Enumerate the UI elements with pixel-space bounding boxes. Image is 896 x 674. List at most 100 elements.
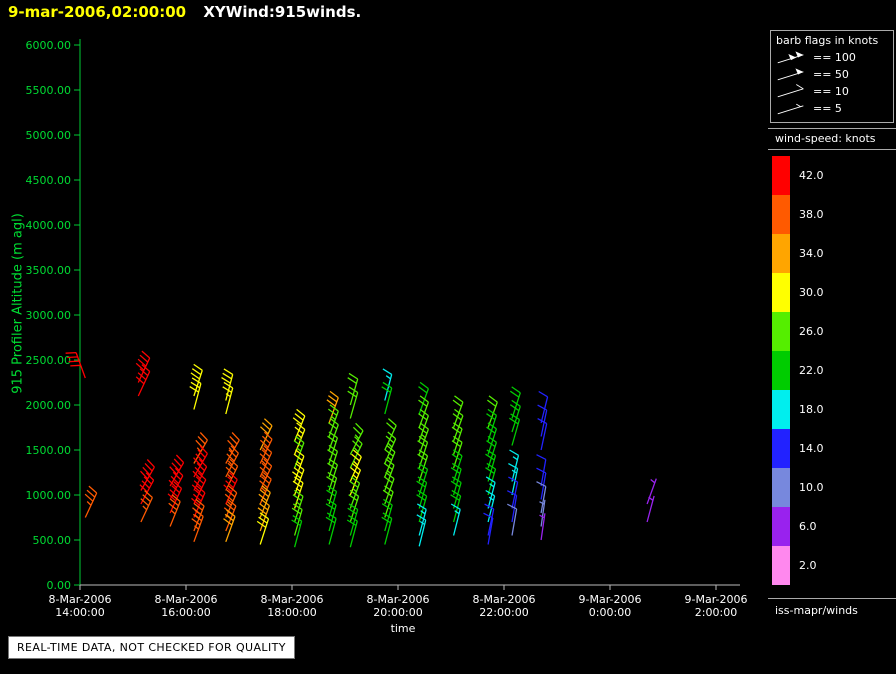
colorbar-swatch	[772, 273, 790, 312]
colorbar-block: 14.0	[772, 429, 824, 468]
wind-barb	[451, 504, 460, 536]
wind-barb	[223, 382, 233, 414]
x-tick-time: 14:00:00	[55, 606, 104, 619]
colorbar-block: 42.0	[772, 156, 824, 195]
pennant-100-icon	[776, 50, 806, 65]
y-tick-label: 2000.00	[26, 399, 72, 412]
colorbar-value: 10.0	[799, 468, 824, 507]
x-tick-time: 20:00:00	[373, 606, 422, 619]
x-tick-time: 18:00:00	[267, 606, 316, 619]
barb-flag-row: == 10	[776, 83, 889, 100]
colorbar-swatch	[772, 156, 790, 195]
colorbar-block: 10.0	[772, 468, 824, 507]
colorbar-block: 38.0	[772, 195, 824, 234]
colorbar-swatch	[772, 195, 790, 234]
wind-speed-colorbar: 42.038.034.030.026.022.018.014.010.06.02…	[772, 156, 824, 585]
half-barb-5-icon	[776, 101, 806, 116]
barb-flag-label: == 50	[813, 68, 849, 81]
barb-flags-title: barb flags in knots	[776, 34, 889, 49]
x-tick-time: 16:00:00	[161, 606, 210, 619]
x-tick-date: 8-Mar-2006	[155, 593, 218, 606]
colorbar-swatch	[772, 468, 790, 507]
wind-barb	[539, 392, 548, 424]
x-tick-date: 8-Mar-2006	[49, 593, 112, 606]
wind-barb	[85, 486, 97, 517]
wind-barb	[292, 516, 302, 548]
y-tick-label: 500.00	[33, 534, 72, 547]
wind-barb	[417, 515, 426, 547]
wind-barb	[510, 450, 519, 482]
wind-barb	[348, 387, 358, 419]
y-tick-label: 1000.00	[26, 489, 72, 502]
y-tick-label: 3000.00	[26, 309, 72, 322]
wind-barb	[192, 510, 204, 542]
wind-barb	[347, 516, 357, 548]
y-tick-label: 2500.00	[26, 354, 72, 367]
colorbar-block: 22.0	[772, 351, 824, 390]
x-tick-time: 2:00:00	[695, 606, 737, 619]
barb-flag-row: == 5	[776, 100, 889, 117]
colorbar-value: 26.0	[799, 312, 824, 351]
y-tick-label: 5500.00	[26, 84, 72, 97]
colorbar-swatch	[772, 234, 790, 273]
colorbar-swatch	[772, 507, 790, 546]
x-tick-date: 9-Mar-2006	[579, 593, 642, 606]
colorbar-block: 2.0	[772, 546, 824, 585]
wind-barb	[484, 513, 493, 544]
wind-barb	[292, 504, 302, 536]
x-tick-date: 8-Mar-2006	[367, 593, 430, 606]
wind-barb	[141, 491, 153, 522]
y-tick-label: 4000.00	[26, 219, 72, 232]
full-barb-10-icon	[776, 84, 806, 99]
colorbar-value: 34.0	[799, 234, 824, 273]
colorbar-value: 30.0	[799, 273, 824, 312]
wind-barb	[382, 382, 392, 414]
colorbar-block: 6.0	[772, 507, 824, 546]
data-source-label: iss-mapr/winds	[768, 598, 896, 617]
legend-panel: barb flags in knots == 100 == 50	[768, 0, 896, 674]
wind-barb	[224, 510, 236, 542]
colorbar-swatch	[772, 351, 790, 390]
colorbar-block: 34.0	[772, 234, 824, 273]
barb-flag-row: == 50	[776, 66, 889, 83]
wind-barb	[509, 414, 519, 446]
barb-flag-label: == 5	[813, 102, 842, 115]
barb-flag-label: == 100	[813, 51, 856, 64]
y-tick-label: 3500.00	[26, 264, 72, 277]
colorbar-swatch	[772, 390, 790, 429]
barb-flags-legend: barb flags in knots == 100 == 50	[770, 30, 894, 123]
xywind-window: 9-mar-2006,02:00:00 XYWind:915winds. 915…	[0, 0, 896, 674]
x-tick-time: 0:00:00	[589, 606, 631, 619]
wind-barb	[326, 513, 336, 545]
wind-barb	[540, 513, 545, 540]
x-tick-time: 22:00:00	[479, 606, 528, 619]
wind-barb-plot[interactable]: 6000.00 5500.00 5000.00 4500.00 4000.00 3500.…	[0, 0, 768, 674]
colorbar-block: 30.0	[772, 273, 824, 312]
barb-flag-label: == 10	[813, 85, 849, 98]
colorbar-value: 18.0	[799, 390, 824, 429]
colorbar-swatch	[772, 546, 790, 585]
colorbar-value: 2.0	[799, 546, 817, 585]
colorbar-value: 14.0	[799, 429, 824, 468]
colorbar-value: 22.0	[799, 351, 824, 390]
barb-flag-row: == 100	[776, 49, 889, 66]
x-tick-date: 8-Mar-2006	[261, 593, 324, 606]
y-tick-label: 6000.00	[26, 39, 72, 52]
colorbar-swatch	[772, 429, 790, 468]
y-tick-label: 0.00	[47, 579, 72, 592]
colorbar-value: 6.0	[799, 507, 817, 546]
colorbar-title: wind-speed: knots	[768, 128, 896, 150]
colorbar-swatch	[772, 312, 790, 351]
x-axis-label: time	[303, 622, 503, 635]
wind-barb	[382, 513, 392, 545]
colorbar-value: 42.0	[799, 156, 824, 195]
quality-banner: REAL-TIME DATA, NOT CHECKED FOR QUALITY	[8, 636, 295, 659]
y-tick-label: 5000.00	[26, 129, 72, 142]
y-tick-label: 1500.00	[26, 444, 72, 457]
x-tick-date: 8-Mar-2006	[473, 593, 536, 606]
colorbar-value: 38.0	[799, 195, 824, 234]
y-tick-label: 4500.00	[26, 174, 72, 187]
colorbar-block: 26.0	[772, 312, 824, 351]
wind-barb	[257, 513, 268, 545]
x-tick-date: 9-Mar-2006	[685, 593, 748, 606]
